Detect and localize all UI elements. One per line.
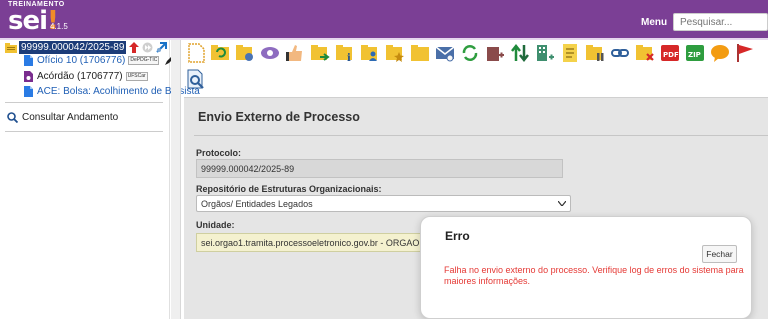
- process-folder-icon: [5, 42, 17, 53]
- tree-document-2[interactable]: Acórdão (1706777) UFSCar: [24, 71, 148, 82]
- favorite-process-icon[interactable]: [385, 43, 405, 63]
- chevron-down-icon: [558, 201, 566, 206]
- new-document-icon[interactable]: [186, 43, 206, 63]
- document-link[interactable]: Acórdão (1706777): [37, 71, 123, 82]
- logo-dot: !: [47, 6, 59, 36]
- edit-process-icon[interactable]: [235, 43, 255, 63]
- logo-text: sei: [8, 6, 48, 36]
- page-title: Envio Externo de Processo: [198, 110, 360, 124]
- repository-select[interactable]: Orgãos/ Entidades Legados: [196, 195, 571, 212]
- external-document-icon: [24, 71, 33, 82]
- transfer-icon[interactable]: [510, 43, 530, 63]
- unit-badge: UFSCar: [125, 72, 148, 81]
- process-info-icon[interactable]: i: [335, 43, 355, 63]
- svg-text:ZIP: ZIP: [688, 51, 701, 59]
- process-node[interactable]: 99999.000042/2025-89: [5, 41, 168, 54]
- search-input[interactable]: [673, 13, 768, 31]
- protocol-label: Protocolo:: [196, 148, 241, 158]
- error-dialog: Erro Fechar Falha no envio externo do pr…: [420, 216, 752, 319]
- process-tree-sidebar: 99999.000042/2025-89 Ofício 10 (1706776)…: [0, 40, 200, 319]
- unit-label: Unidade:: [196, 220, 235, 230]
- document-link[interactable]: Ofício 10 (1706776): [37, 55, 125, 66]
- sei-logo[interactable]: sei!: [8, 6, 59, 36]
- unit-value: sei.orgao1.tramita.processoeletronico.go…: [201, 237, 425, 248]
- external-send-icon[interactable]: [156, 42, 168, 53]
- send-process-icon[interactable]: [310, 43, 330, 63]
- visualization-icon[interactable]: [260, 43, 280, 63]
- process-number[interactable]: 99999.000042/2025-89: [19, 41, 127, 54]
- process-toolbar: i PDF ZIP: [184, 40, 768, 95]
- relate-process-icon[interactable]: [460, 43, 480, 63]
- svg-text:PDF: PDF: [663, 51, 679, 59]
- protocol-value: 99999.000042/2025-89: [201, 163, 295, 174]
- search-in-process-icon[interactable]: [186, 69, 206, 89]
- unit-badge: DePDG-TIC: [128, 56, 160, 65]
- org-chart-icon[interactable]: [535, 43, 555, 63]
- annotation-icon[interactable]: [560, 43, 580, 63]
- comments-icon[interactable]: [710, 43, 730, 63]
- protocol-field: 99999.000042/2025-89: [196, 159, 563, 178]
- close-button[interactable]: Fechar: [702, 245, 737, 263]
- repository-label: Repositório de Estruturas Organizacionai…: [196, 184, 382, 194]
- document-icon: [24, 86, 33, 97]
- assign-process-icon[interactable]: [285, 43, 305, 63]
- panel-resizer[interactable]: [171, 40, 181, 319]
- skip-icon[interactable]: [142, 42, 153, 53]
- link-icon[interactable]: [610, 43, 630, 63]
- dialog-title: Erro: [445, 229, 470, 243]
- search-icon: [7, 112, 18, 123]
- top-header: TREINAMENTO sei! 4.1.5 Menu: [0, 0, 768, 38]
- error-message: Falha no envio externo do processo. Veri…: [444, 265, 744, 286]
- document-icon: [24, 55, 33, 66]
- tree-document-1[interactable]: Ofício 10 (1706776) DePDG-TIC: [24, 55, 175, 66]
- urgent-arrow-icon: [129, 42, 140, 53]
- unit-field[interactable]: sei.orgao1.tramita.processoeletronico.go…: [196, 233, 432, 252]
- remove-folder-icon[interactable]: [635, 43, 655, 63]
- send-email-icon[interactable]: [435, 43, 455, 63]
- flag-icon[interactable]: [735, 43, 755, 63]
- consult-history-link[interactable]: Consultar Andamento: [7, 112, 118, 123]
- title-separator: [194, 135, 768, 136]
- version-label: 4.1.5: [50, 22, 68, 31]
- sidebar-divider: [5, 131, 163, 132]
- reopen-process-icon[interactable]: [485, 43, 505, 63]
- suspend-process-icon[interactable]: [585, 43, 605, 63]
- svg-text:i: i: [347, 53, 351, 63]
- repository-selected: Orgãos/ Entidades Legados: [201, 198, 313, 209]
- update-process-icon[interactable]: [210, 43, 230, 63]
- consult-label[interactable]: Consultar Andamento: [22, 112, 118, 123]
- zip-icon[interactable]: ZIP: [685, 43, 705, 63]
- pdf-icon[interactable]: PDF: [660, 43, 680, 63]
- open-folder-icon[interactable]: [410, 43, 430, 63]
- sidebar-divider: [5, 102, 163, 103]
- menu-button[interactable]: Menu: [641, 17, 667, 28]
- process-assignee-icon[interactable]: [360, 43, 380, 63]
